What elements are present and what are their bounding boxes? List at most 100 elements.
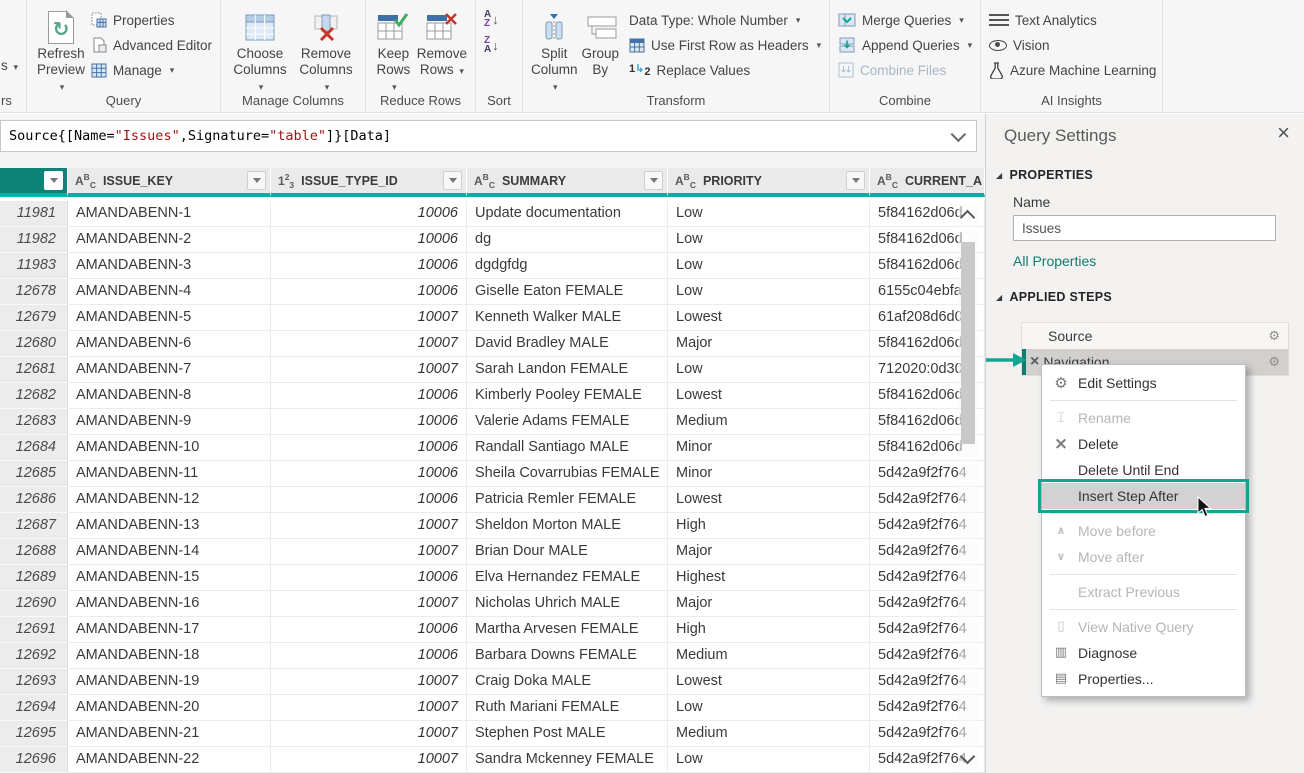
issue-type-id-cell[interactable]: 10007 [271,513,467,539]
formula-bar[interactable]: Source{[Name="Issues",Signature="table"]… [0,120,977,152]
table-row[interactable]: 11982 AMANDABENN-2 10006 dg Low 5f84162d… [0,227,985,253]
table-row[interactable]: 12694 AMANDABENN-20 10007 Ruth Mariani F… [0,695,985,721]
filter-dropdown-icon[interactable] [443,171,462,190]
all-properties-link[interactable]: All Properties [1013,253,1096,269]
menu-item[interactable] [1050,609,1237,610]
issue-type-id-cell[interactable]: 10007 [271,357,467,383]
issue-key-cell[interactable]: AMANDABENN-22 [68,747,271,773]
menu-item[interactable]: Extract Previous [1042,579,1245,605]
menu-item[interactable]: View Native Query [1042,614,1245,640]
priority-cell[interactable]: Minor [668,435,870,461]
issue-key-cell[interactable]: AMANDABENN-18 [68,643,271,669]
priority-cell[interactable]: Low [668,747,870,773]
menu-item[interactable]: Move before [1042,518,1245,544]
remove-rows-button[interactable]: Remove Rows ▾ [417,6,467,79]
issue-type-id-cell[interactable]: 10006 [271,565,467,591]
menu-item[interactable]: Edit Settings [1042,370,1245,396]
scroll-up-icon[interactable] [960,210,976,226]
summary-cell[interactable]: Update documentation [467,201,668,227]
issue-key-cell[interactable]: AMANDABENN-4 [68,279,271,305]
issue-key-cell[interactable]: AMANDABENN-13 [68,513,271,539]
data-type-button[interactable]: Data Type: Whole Number ▾ [629,9,821,31]
priority-cell[interactable]: Medium [668,721,870,747]
properties-section-header[interactable]: ◢ PROPERTIES [996,168,1093,182]
issue-type-id-cell[interactable]: 10007 [271,695,467,721]
summary-cell[interactable]: Barbara Downs FEMALE [467,643,668,669]
issue-key-cell[interactable]: AMANDABENN-3 [68,253,271,279]
issue-type-id-cell[interactable]: 10007 [271,539,467,565]
table-row[interactable]: 12686 AMANDABENN-12 10006 Patricia Remle… [0,487,985,513]
issue-type-id-cell[interactable]: 10006 [271,461,467,487]
priority-cell[interactable]: Lowest [668,305,870,331]
priority-cell[interactable]: Low [668,227,870,253]
table-row[interactable]: 12685 AMANDABENN-11 10006 Sheila Covarru… [0,461,985,487]
menu-item[interactable] [1050,400,1237,401]
table-row[interactable]: 12691 AMANDABENN-17 10006 Martha Arvesen… [0,617,985,643]
issue-key-cell[interactable]: AMANDABENN-21 [68,721,271,747]
filter-dropdown-icon[interactable] [644,171,663,190]
collapse-triangle-icon[interactable]: ◢ [996,171,1002,180]
split-column-button[interactable]: Split Column ▾ [531,6,578,95]
collapse-triangle-icon[interactable]: ◢ [996,293,1002,302]
issue-type-id-cell[interactable]: 10006 [271,435,467,461]
table-row[interactable]: 12689 AMANDABENN-15 10006 Elva Hernandez… [0,565,985,591]
row-number-column-header[interactable] [0,168,68,197]
issue-key-cell[interactable]: AMANDABENN-9 [68,409,271,435]
menu-item[interactable] [1050,574,1237,575]
table-row[interactable]: 12679 AMANDABENN-5 10007 Kenneth Walker … [0,305,985,331]
issue-type-id-cell[interactable]: 10007 [271,331,467,357]
scroll-down-icon[interactable] [960,749,976,765]
issue-key-cell[interactable]: AMANDABENN-10 [68,435,271,461]
summary-cell[interactable]: David Bradley MALE [467,331,668,357]
text-analytics-button[interactable]: Text Analytics [989,9,1156,31]
issue-type-id-cell[interactable]: 10007 [271,669,467,695]
table-row[interactable]: 12680 AMANDABENN-6 10007 David Bradley M… [0,331,985,357]
priority-cell[interactable]: Minor [668,461,870,487]
sort-descending-button[interactable]: ZA ↓ [484,36,499,54]
combine-files-button[interactable]: Combine Files [838,59,972,81]
priority-cell[interactable]: High [668,513,870,539]
issue-type-id-cell[interactable]: 10007 [271,305,467,331]
table-row[interactable]: 12684 AMANDABENN-10 10006 Randall Santia… [0,435,985,461]
manage-button[interactable]: Manage ▾ [91,59,212,81]
summary-cell[interactable]: Nicholas Uhrich MALE [467,591,668,617]
delete-step-icon[interactable]: × [1030,355,1039,369]
summary-cell[interactable]: Martha Arvesen FEMALE [467,617,668,643]
issue-key-cell[interactable]: AMANDABENN-11 [68,461,271,487]
remove-columns-button[interactable]: Remove Columns ▾ [295,6,357,95]
priority-cell[interactable]: Highest [668,565,870,591]
append-queries-button[interactable]: Append Queries ▾ [838,34,972,56]
priority-cell[interactable]: Low [668,357,870,383]
gear-icon[interactable]: ⚙ [1268,355,1280,370]
menu-item[interactable]: Diagnose [1042,640,1245,666]
summary-cell[interactable]: Kenneth Walker MALE [467,305,668,331]
vision-button[interactable]: Vision [989,34,1156,56]
issue-key-cell[interactable]: AMANDABENN-7 [68,357,271,383]
priority-cell[interactable]: Major [668,331,870,357]
issue-key-cell[interactable]: AMANDABENN-14 [68,539,271,565]
priority-cell[interactable]: Medium [668,643,870,669]
summary-cell[interactable]: Sandra Mckenney FEMALE [467,747,668,773]
summary-cell[interactable]: Valerie Adams FEMALE [467,409,668,435]
issue-type-id-cell[interactable]: 10007 [271,747,467,773]
priority-cell[interactable]: Low [668,695,870,721]
issue-type-id-cell[interactable]: 10007 [271,721,467,747]
menu-item[interactable]: Insert Step After [1042,483,1245,509]
advanced-editor-button[interactable]: Advanced Editor [91,34,212,56]
summary-cell[interactable]: Elva Hernandez FEMALE [467,565,668,591]
summary-cell[interactable]: Patricia Remler FEMALE [467,487,668,513]
priority-cell[interactable]: Lowest [668,487,870,513]
issue-type-id-cell[interactable]: 10006 [271,409,467,435]
scrollbar-thumb[interactable] [961,242,975,444]
properties-button[interactable]: Properties [91,9,212,31]
issue-key-cell[interactable]: AMANDABENN-5 [68,305,271,331]
menu-item[interactable]: Properties... [1042,666,1245,692]
issue-key-cell[interactable]: AMANDABENN-1 [68,201,271,227]
issue-key-cell[interactable]: AMANDABENN-16 [68,591,271,617]
azure-ml-button[interactable]: Azure Machine Learning [989,59,1156,81]
group-by-button[interactable]: Group By [582,6,620,78]
vertical-scrollbar[interactable] [958,204,978,772]
summary-cell[interactable]: Ruth Mariani FEMALE [467,695,668,721]
issue-key-cell[interactable]: AMANDABENN-19 [68,669,271,695]
priority-cell[interactable]: Low [668,253,870,279]
